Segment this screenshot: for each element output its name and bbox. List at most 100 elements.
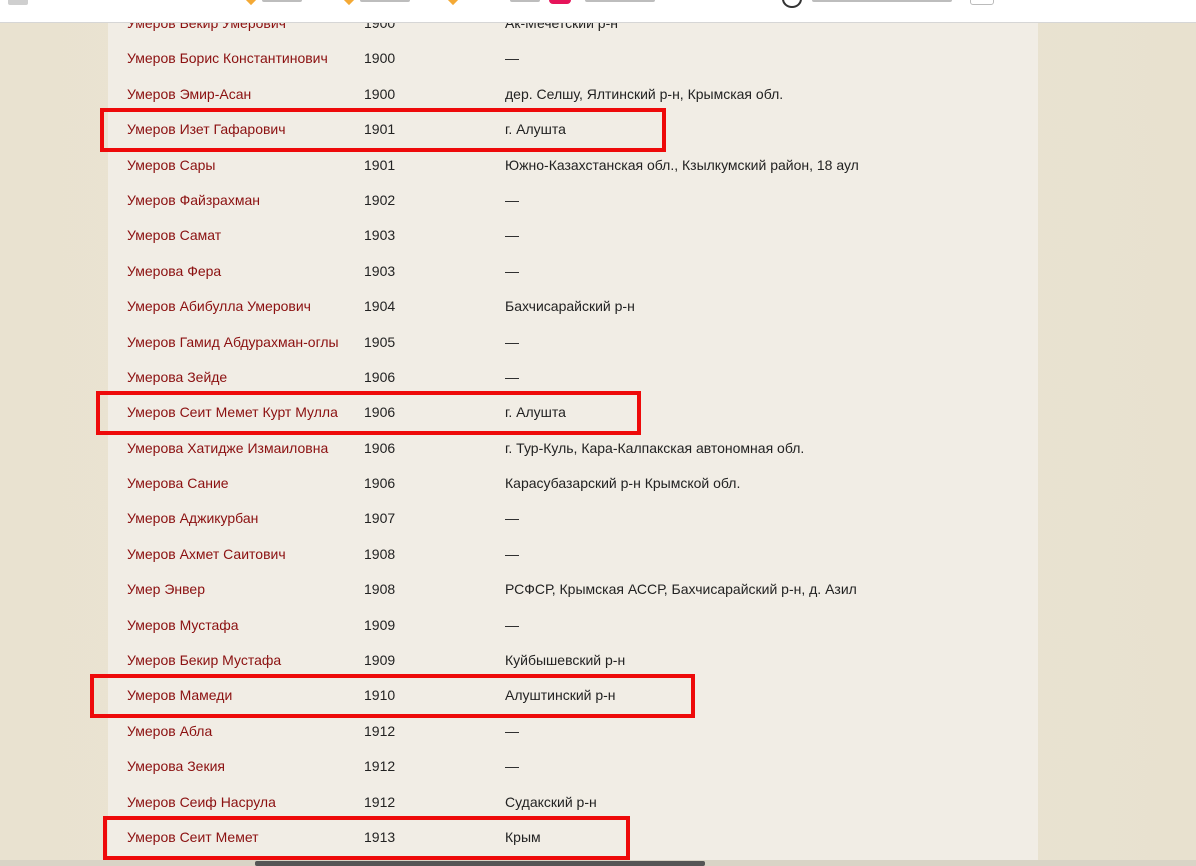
birth-place: — <box>505 191 519 208</box>
person-name-link[interactable]: Умеров Мустафа <box>127 608 239 643</box>
bookmark-diamond-icon[interactable] <box>445 0 461 6</box>
birth-year: 1912 <box>364 722 396 739</box>
list-item: Умеров Изет Гафарович 1901 г. Алушта <box>108 112 1038 147</box>
birth-place: г. Алушта <box>505 121 566 138</box>
person-name-link[interactable]: Умерова Фера <box>127 254 221 289</box>
birth-place: — <box>505 227 519 244</box>
list-item: Умеров Сеит Мемет 1913 Крым <box>108 820 1038 855</box>
person-name-link[interactable]: Умеров Борис Константинович <box>127 41 328 76</box>
birth-place: дер. Селшу, Ялтинский р-н, Крымская обл. <box>505 85 784 102</box>
list-item: Умерова Зейде 1906 — <box>108 360 1038 395</box>
list-item: Умеров Файзрахман 1902 — <box>108 183 1038 218</box>
birth-year: 1901 <box>364 121 396 138</box>
birth-year: 1912 <box>364 793 396 810</box>
person-name-link[interactable]: Умеров Сеиф Насрула <box>127 785 276 820</box>
birth-place: — <box>505 510 519 527</box>
birth-year: 1905 <box>364 333 396 350</box>
birth-place: — <box>505 758 519 775</box>
birth-place: Алуштинский р-н <box>505 687 616 704</box>
bookmark-diamond-icon[interactable] <box>341 0 357 6</box>
list-item: Умеров Самат 1903 — <box>108 218 1038 253</box>
birth-place: — <box>505 545 519 562</box>
birth-year: 1906 <box>364 404 396 421</box>
birth-year: 1900 <box>364 85 396 102</box>
bookmark-app-icon[interactable] <box>549 0 571 4</box>
birth-year: 1909 <box>364 652 396 669</box>
person-name-link[interactable]: Умеров Сеит Мемет <box>127 820 259 855</box>
birth-year: 1904 <box>364 298 396 315</box>
birth-year: 1906 <box>364 475 396 492</box>
bookmark-circle-icon[interactable] <box>782 0 802 8</box>
list-item: Умеров Аджикурбан 1907 — <box>108 501 1038 536</box>
birth-year: 1903 <box>364 262 396 279</box>
site-logo-icon[interactable] <box>8 0 28 5</box>
person-name-link[interactable]: Умеров Ахмет Саитович <box>127 537 286 572</box>
bookmark-diamond-icon[interactable] <box>243 0 259 6</box>
birth-year: 1901 <box>364 156 396 173</box>
list-item: Умерова Фера 1903 — <box>108 254 1038 289</box>
list-item: Умеров Бекир Мустафа 1909 Куйбышевский р… <box>108 643 1038 678</box>
person-name-link[interactable]: Умеров Изет Гафарович <box>127 112 286 147</box>
birth-year: 1902 <box>364 191 396 208</box>
birth-place: — <box>505 333 519 350</box>
birth-place: Крым <box>505 828 541 845</box>
birth-place: г. Алушта <box>505 404 566 421</box>
list-item: Умеров Эмир-Асан 1900 дер. Селшу, Ялтинс… <box>108 77 1038 112</box>
page-viewport: Умеров Бекир Умерович 1900 Ак-Мечетский … <box>0 0 1196 866</box>
person-name-link[interactable]: Умеров Сары <box>127 148 215 183</box>
birth-place: РСФСР, Крымская АССР, Бахчисарайский р-н… <box>505 581 857 598</box>
person-name-link[interactable]: Умерова Зейде <box>127 360 227 395</box>
person-name-link[interactable]: Умеров Эмир-Асан <box>127 77 251 112</box>
bookmark-label-fragment[interactable] <box>812 0 952 2</box>
list-item: Умеров Борис Константинович 1900 — <box>108 41 1038 76</box>
list-item: Умерова Зекия 1912 — <box>108 749 1038 784</box>
birth-year: 1912 <box>364 758 396 775</box>
birth-place: — <box>505 368 519 385</box>
person-name-link[interactable]: Умеров Гамид Абдурахман-оглы <box>127 325 339 360</box>
person-name-link[interactable]: Умерова Зекия <box>127 749 225 784</box>
birth-place: — <box>505 722 519 739</box>
birth-place: Карасубазарский р-н Крымской обл. <box>505 475 741 492</box>
birth-place: Судакский р-н <box>505 793 597 810</box>
birth-place: — <box>505 616 519 633</box>
list-item: Умеров Абибулла Умерович 1904 Бахчисарай… <box>108 289 1038 324</box>
birth-year: 1903 <box>364 227 396 244</box>
person-name-link[interactable]: Умерова Сание <box>127 466 229 501</box>
person-name-link[interactable]: Умеров Абибулла Умерович <box>127 289 311 324</box>
person-name-link[interactable]: Умеров Абла <box>127 714 212 749</box>
list-item: Умеров Абла 1912 — <box>108 714 1038 749</box>
person-name-link[interactable]: Умеров Бекир Мустафа <box>127 643 281 678</box>
list-item: Умеров Сеит Мемет Курт Мулла 1906 г. Алу… <box>108 395 1038 430</box>
birth-year: 1909 <box>364 616 396 633</box>
bookmark-chip-icon[interactable] <box>970 0 994 5</box>
list-item: Умер Энвер 1908 РСФСР, Крымская АССР, Ба… <box>108 572 1038 607</box>
records-panel: Умеров Бекир Умерович 1900 Ак-Мечетский … <box>90 0 1038 866</box>
list-item: Умеров Мустафа 1909 — <box>108 608 1038 643</box>
person-name-link[interactable]: Умеров Аджикурбан <box>127 501 258 536</box>
records-list: Умеров Бекир Умерович 1900 Ак-Мечетский … <box>108 6 1038 855</box>
person-name-link[interactable]: Умеров Самат <box>127 218 221 253</box>
person-name-link[interactable]: Умеров Сеит Мемет Курт Мулла <box>127 395 338 430</box>
person-name-link[interactable]: Умерова Хатидже Измаиловна <box>127 431 328 466</box>
person-name-link[interactable]: Умеров Мамеди <box>127 678 232 713</box>
bookmark-label-fragment[interactable] <box>360 0 410 2</box>
bookmark-label-fragment[interactable] <box>510 0 540 2</box>
list-item: Умеров Мамеди 1910 Алуштинский р-н <box>108 678 1038 713</box>
birth-place: Южно-Казахстанская обл., Кзылкумский рай… <box>505 156 859 173</box>
list-item: Умеров Ахмет Саитович 1908 — <box>108 537 1038 572</box>
birth-year: 1910 <box>364 687 396 704</box>
birth-place: г. Тур-Куль, Кара-Калпакская автономная … <box>505 439 805 456</box>
birth-year: 1907 <box>364 510 396 527</box>
person-name-link[interactable]: Умер Энвер <box>127 572 205 607</box>
list-item: Умеров Сары 1901 Южно-Казахстанская обл.… <box>108 148 1038 183</box>
birth-place: — <box>505 262 519 279</box>
bookmark-label-fragment[interactable] <box>585 0 655 2</box>
browser-toolbar <box>0 0 1196 23</box>
horizontal-scrollbar-thumb[interactable] <box>255 861 705 866</box>
birth-place: Куйбышевский р-н <box>505 652 626 669</box>
person-name-link[interactable]: Умеров Файзрахман <box>127 183 260 218</box>
birth-year: 1900 <box>364 50 396 67</box>
bookmark-label-fragment[interactable] <box>262 0 302 2</box>
birth-year: 1906 <box>364 368 396 385</box>
birth-year: 1913 <box>364 828 396 845</box>
